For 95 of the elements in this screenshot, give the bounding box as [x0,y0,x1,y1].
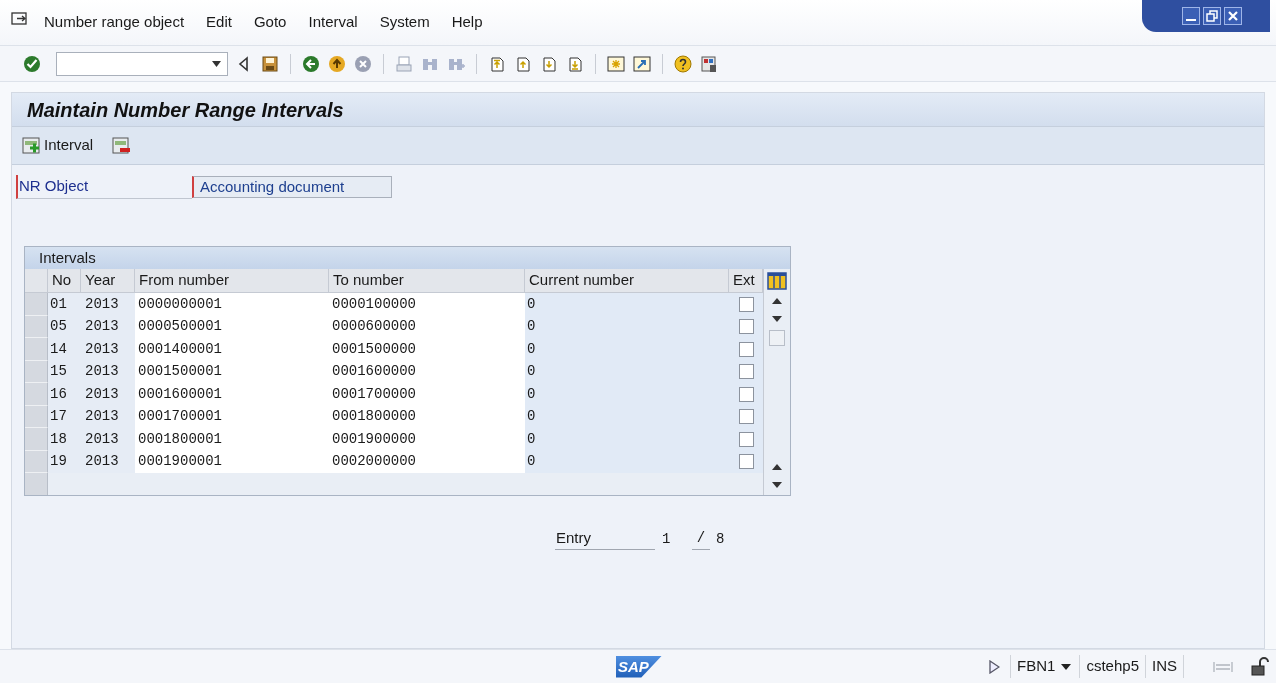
shortcut-icon[interactable] [632,53,652,74]
table-cell: 0 [525,428,729,451]
menu-item[interactable]: Edit [206,11,232,34]
nr-object-field[interactable]: Accounting document [192,176,392,198]
column-header[interactable]: No [48,269,81,292]
entry-label: Entry [555,526,655,550]
table-cell[interactable]: 0001500001 [135,360,329,383]
row-selector[interactable] [25,338,48,361]
input-mode[interactable]: INS [1145,655,1184,678]
transaction-code[interactable]: FBN1 [1010,655,1056,678]
table-cell: 0 [525,315,729,338]
ext-checkbox[interactable] [738,409,754,425]
table-cell[interactable]: 0001900001 [135,450,329,473]
new-session-icon[interactable] [606,53,626,74]
layout-icon[interactable] [699,53,719,74]
ext-checkbox[interactable] [738,364,754,380]
table-cell[interactable]: 0000000001 [135,293,329,316]
menu-item[interactable]: Interval [308,11,358,34]
delete-row-icon[interactable] [111,136,132,155]
ext-checkbox[interactable] [738,341,754,357]
column-settings-icon[interactable] [767,272,787,290]
row-selector[interactable] [25,383,48,406]
dropdown-caret-icon[interactable] [1061,663,1072,670]
back-icon[interactable] [301,53,321,74]
column-header[interactable]: Year [81,269,135,292]
table-cell: 0 [525,405,729,428]
table-cell[interactable]: 0001800001 [135,428,329,451]
menu-item[interactable]: Number range object [44,11,185,34]
table-title: Intervals [39,247,96,268]
table-cell: 0 [525,338,729,361]
add-row-icon [22,136,42,155]
minimize-button[interactable] [1182,7,1200,25]
row-selector[interactable] [25,360,48,383]
ext-checkbox[interactable] [738,454,754,470]
menu-item[interactable]: System [379,11,430,34]
cancel-icon[interactable] [353,53,373,74]
table-cell[interactable]: 0001700000 [329,383,525,406]
entry-total: 8 [716,530,725,549]
row-selector[interactable] [25,315,48,338]
exit-icon[interactable] [327,53,347,74]
restore-button[interactable] [1203,7,1221,25]
print-icon[interactable] [394,53,414,74]
minimize-icon [1186,19,1196,21]
table-cell[interactable]: 0001600001 [135,383,329,406]
server-name: cstehp5 [1079,655,1145,678]
check-icon[interactable] [22,53,42,74]
create-interval-button[interactable]: Interval [22,134,94,157]
menu-icon[interactable] [10,10,30,27]
row-selector[interactable] [25,293,48,316]
close-button[interactable] [1224,7,1242,25]
restore-icon [1206,10,1218,22]
table-cell[interactable]: 0001900000 [329,428,525,451]
row-selector[interactable] [25,405,48,428]
table-cell[interactable]: 0000600000 [329,315,525,338]
table-cell[interactable]: 0001600000 [329,360,525,383]
table-cell[interactable]: 0001700001 [135,405,329,428]
row-selector[interactable] [25,428,48,451]
entry-separator: / [692,528,710,550]
command-field[interactable] [56,51,228,76]
lock-icon[interactable] [1250,656,1270,677]
ext-checkbox[interactable] [738,431,754,447]
ext-checkbox[interactable] [738,319,754,335]
sap-logo-text: SAP [618,659,649,674]
table-cell: 0 [525,293,729,316]
column-header[interactable]: Ext [729,269,763,292]
table-cell[interactable]: 0000100000 [329,293,525,316]
close-icon [1227,10,1239,22]
column-header[interactable]: Current number [525,269,729,292]
ext-checkbox[interactable] [738,386,754,402]
menu-item[interactable]: Help [451,11,483,34]
column-header[interactable]: From number [135,269,329,292]
screen-title: Maintain Number Range Intervals [27,97,344,123]
table-cell[interactable]: 0000500001 [135,315,329,338]
table-cell: 0 [525,450,729,473]
scroll-down-icon[interactable] [772,482,782,488]
save-icon[interactable] [260,53,280,74]
scroll-thumb[interactable] [769,330,785,346]
scroll-down-icon[interactable] [772,316,782,322]
table-cell: 0 [525,360,729,383]
ext-checkbox[interactable] [738,296,754,312]
table-cell[interactable]: 0001400001 [135,338,329,361]
scroll-up-icon[interactable] [772,298,782,304]
table-cell[interactable]: 0002000000 [329,450,525,473]
dropdown-caret-icon [212,60,221,67]
menu-item[interactable]: Goto [253,11,287,34]
entry-current: 1 [662,530,672,549]
table-cell[interactable]: 0001500000 [329,338,525,361]
connection-icon [1212,659,1234,674]
scroll-up-icon[interactable] [772,464,782,470]
row-selector[interactable] [25,450,48,473]
help-icon[interactable] [673,53,693,74]
expand-triangle-icon[interactable] [988,659,1001,674]
table-cell[interactable]: 0001800000 [329,405,525,428]
column-header[interactable]: To number [329,269,525,292]
table-cell: 0 [525,383,729,406]
